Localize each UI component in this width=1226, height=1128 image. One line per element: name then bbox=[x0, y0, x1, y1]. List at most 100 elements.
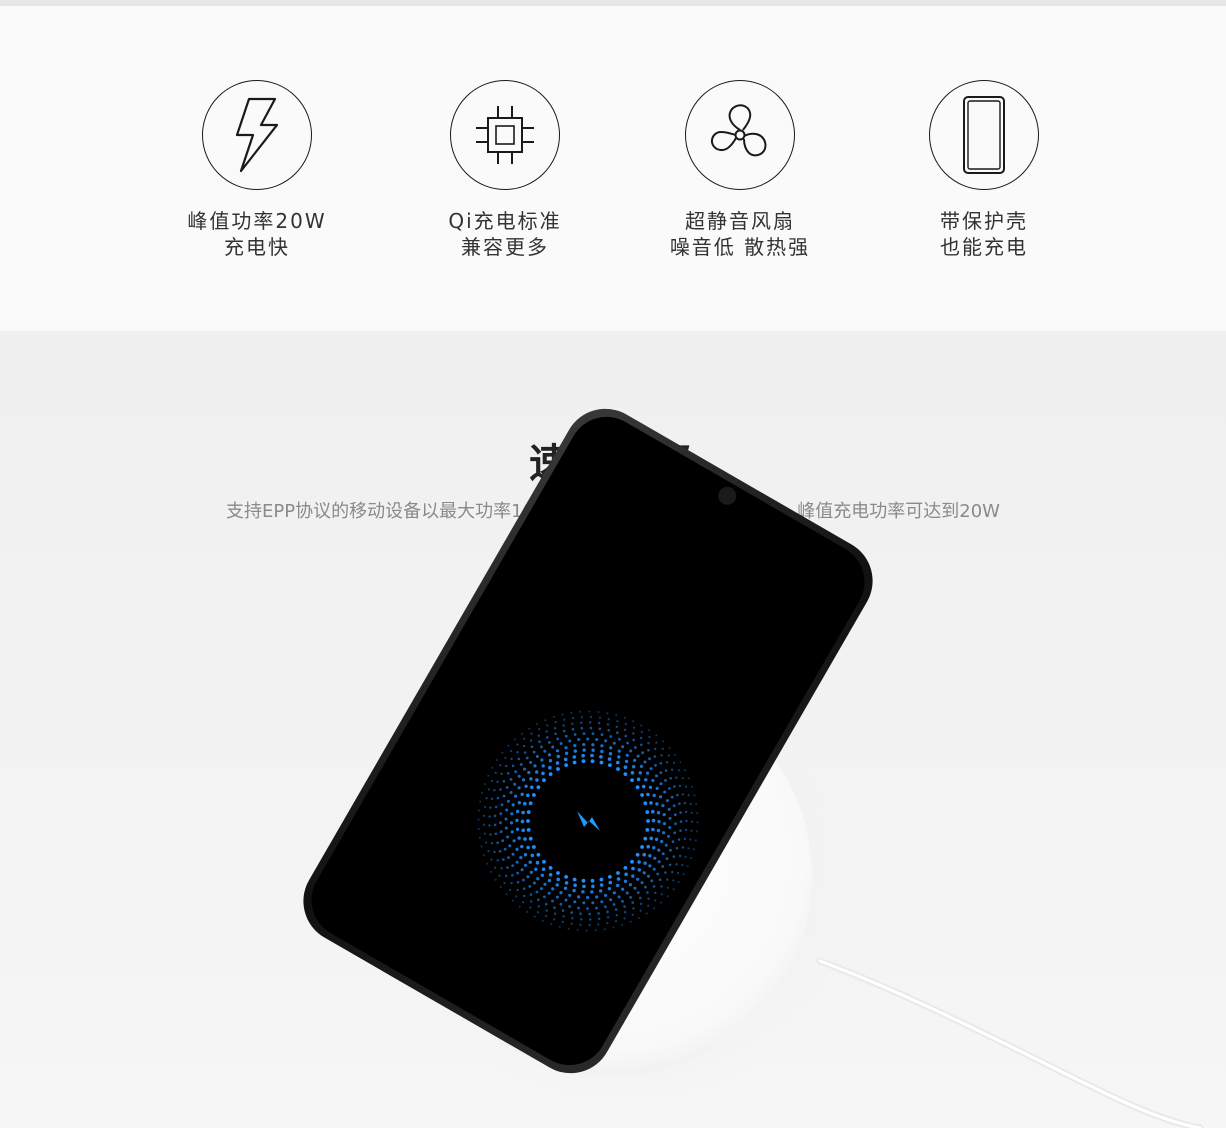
charging-dot bbox=[511, 803, 515, 807]
charging-dot bbox=[524, 784, 528, 788]
charging-dot bbox=[693, 794, 696, 797]
charging-dot bbox=[652, 867, 656, 871]
charging-dot bbox=[606, 723, 610, 726]
charging-dot bbox=[597, 912, 600, 915]
charging-dot bbox=[589, 918, 592, 921]
charging-dot bbox=[545, 909, 548, 912]
charging-dot bbox=[509, 778, 513, 781]
charging-dot bbox=[567, 927, 570, 930]
chip-icon bbox=[476, 106, 534, 164]
charging-dot bbox=[478, 809, 480, 812]
charging-dot bbox=[538, 728, 541, 731]
charging-dot bbox=[536, 785, 541, 790]
charging-dot bbox=[664, 871, 667, 874]
charging-dot bbox=[660, 754, 663, 757]
charging-dot bbox=[648, 735, 651, 739]
charging-dot bbox=[526, 828, 531, 832]
charging-dot bbox=[681, 864, 684, 867]
charging-dot bbox=[487, 788, 490, 791]
charging-dot bbox=[623, 772, 628, 776]
feature-label: 超静音风扇 噪音低 散热强 bbox=[640, 208, 840, 260]
charging-dot bbox=[612, 741, 616, 745]
charging-dot bbox=[623, 879, 628, 883]
charging-dot bbox=[689, 802, 692, 805]
charging-dot bbox=[564, 763, 568, 767]
charging-dot bbox=[510, 757, 513, 761]
charging-dot bbox=[580, 918, 583, 921]
charging-dot bbox=[541, 919, 544, 922]
charging-dot bbox=[648, 729, 650, 732]
charging-dot bbox=[684, 810, 688, 814]
charging-dot bbox=[646, 771, 650, 775]
charging-dot bbox=[559, 902, 563, 906]
charging-dot bbox=[649, 836, 653, 841]
charging-dot bbox=[509, 791, 513, 794]
charging-dot bbox=[517, 801, 522, 805]
charging-dot bbox=[608, 763, 612, 767]
charging-dot bbox=[505, 808, 509, 812]
charging-dot bbox=[562, 724, 565, 727]
charging-dot bbox=[520, 868, 524, 872]
charging-dot bbox=[536, 723, 539, 726]
charging-dot bbox=[530, 853, 535, 858]
charging-dot bbox=[547, 878, 552, 883]
charging-dot bbox=[641, 784, 646, 789]
charging-dot bbox=[556, 877, 560, 882]
charging-dot bbox=[695, 803, 698, 806]
charging-dot bbox=[510, 812, 514, 816]
charging-dot bbox=[582, 743, 586, 747]
charging-dot bbox=[614, 908, 618, 911]
charging-dot bbox=[498, 850, 502, 853]
charging-dot bbox=[597, 923, 600, 926]
charging-dot bbox=[683, 769, 686, 772]
feature-item-qi: Qi充电标准 兼容更多 bbox=[405, 80, 605, 260]
charging-dot bbox=[607, 887, 612, 891]
charging-dot bbox=[623, 716, 626, 719]
feature-icon-circle bbox=[929, 80, 1039, 190]
charging-dot bbox=[649, 801, 653, 805]
charging-dot bbox=[543, 895, 546, 899]
feature-label-line2: 充电快 bbox=[224, 235, 290, 259]
charging-dot bbox=[616, 883, 620, 888]
charging-dot bbox=[481, 791, 484, 794]
charging-dot bbox=[670, 795, 674, 799]
charging-dot bbox=[504, 817, 508, 821]
charging-dot bbox=[489, 833, 492, 836]
charging-dot bbox=[502, 794, 506, 798]
charging-dot bbox=[505, 786, 509, 789]
charging-dot bbox=[548, 741, 551, 744]
charging-dot bbox=[661, 852, 665, 856]
charging-dot bbox=[546, 736, 549, 739]
charging-dot bbox=[502, 779, 506, 783]
charging-dot bbox=[570, 711, 573, 714]
charging-dot bbox=[564, 898, 568, 902]
charging-dot bbox=[581, 753, 585, 758]
charging-dot bbox=[517, 757, 521, 761]
charging-dot bbox=[612, 891, 616, 895]
charging-dot bbox=[621, 900, 624, 903]
charging-dot bbox=[532, 881, 536, 885]
charging-dot bbox=[496, 841, 499, 844]
charging-dot bbox=[673, 813, 677, 817]
charging-dot bbox=[515, 847, 519, 852]
charging-dot bbox=[648, 854, 652, 858]
charging-dot bbox=[521, 810, 525, 815]
charging-dot bbox=[526, 810, 531, 814]
charging-dot bbox=[514, 794, 518, 798]
charging-dot bbox=[667, 834, 670, 838]
charging-dot bbox=[483, 854, 485, 857]
charging-dot bbox=[530, 785, 534, 790]
charging-dot bbox=[665, 857, 669, 860]
charging-dot bbox=[667, 787, 671, 790]
charging-dot bbox=[612, 926, 615, 929]
feature-label-line1: 带保护壳 bbox=[940, 209, 1028, 233]
charging-dot bbox=[660, 885, 663, 888]
charging-dot bbox=[661, 804, 665, 808]
charging-dot bbox=[535, 770, 539, 774]
charging-dot bbox=[662, 740, 665, 743]
charging-dot bbox=[598, 917, 601, 921]
charging-dot bbox=[588, 923, 591, 927]
charging-dot bbox=[582, 901, 586, 905]
charging-dot bbox=[551, 899, 554, 903]
charging-dot bbox=[511, 852, 515, 856]
